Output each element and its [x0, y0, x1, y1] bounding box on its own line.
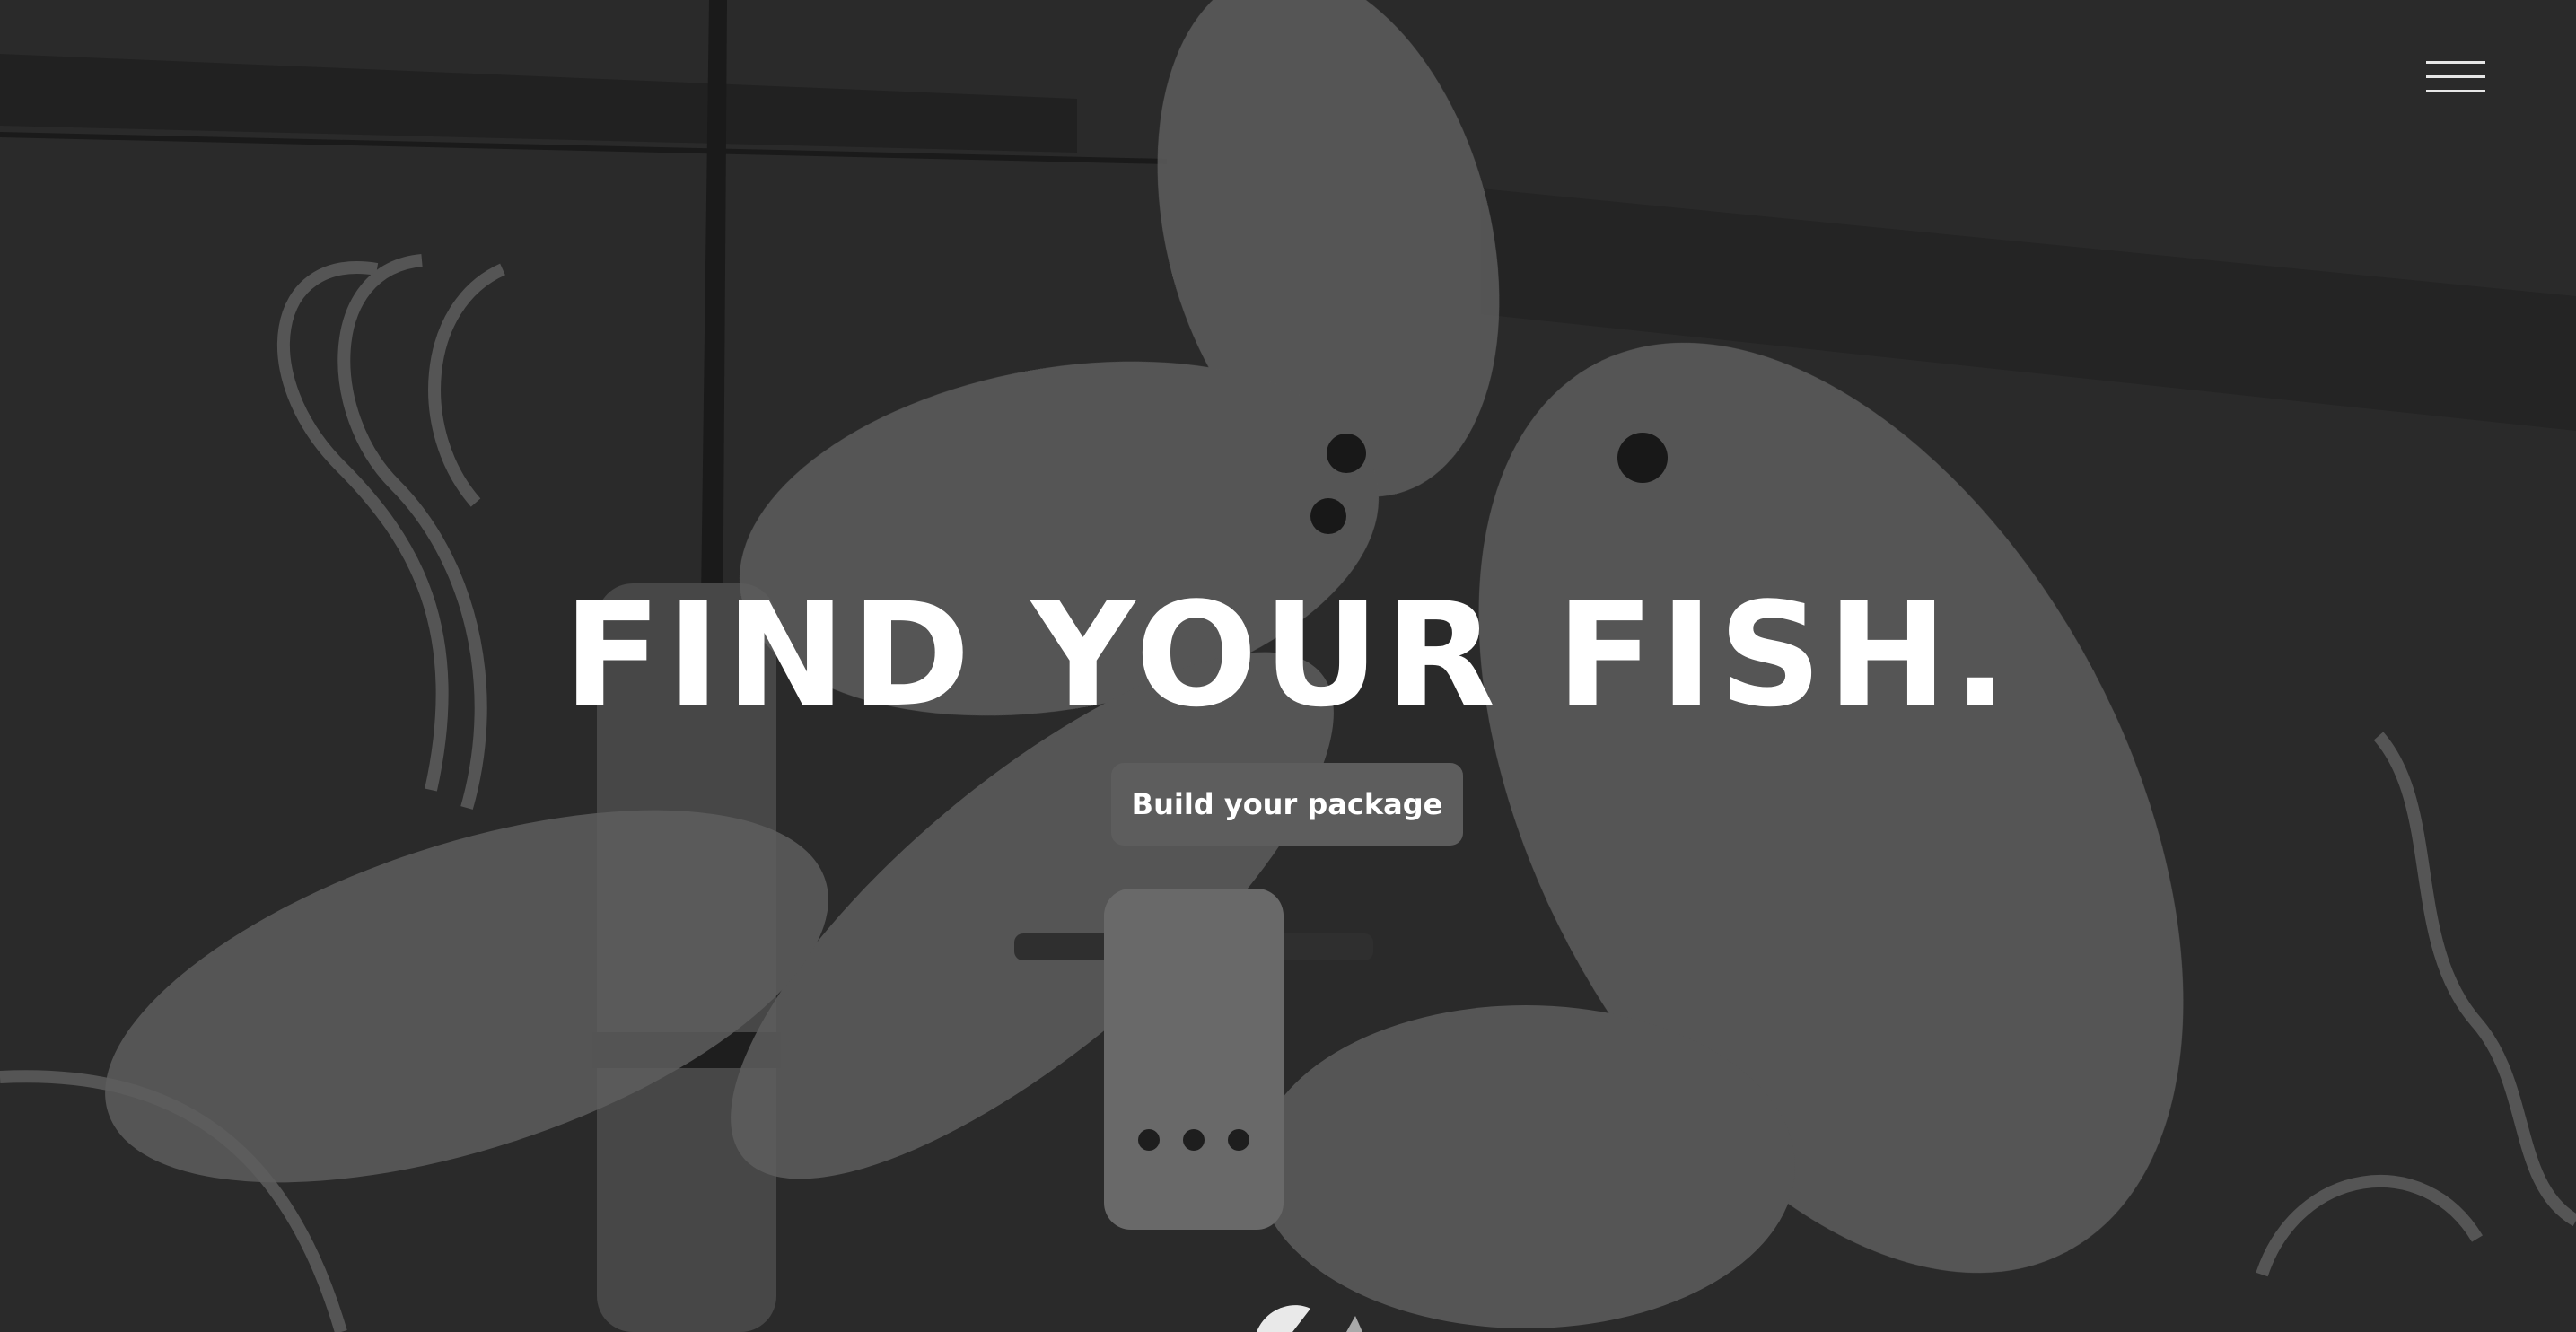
menu-line-bottom: [2426, 90, 2485, 92]
hamburger-menu-icon[interactable]: [2423, 56, 2488, 99]
build-package-button[interactable]: Build your package: [1111, 763, 1463, 846]
menu-line-top: [2426, 61, 2485, 64]
menu-line-middle: [2426, 75, 2485, 78]
scroll-down-indicator[interactable]: [1257, 1300, 1364, 1332]
hero-title: FIND YOUR FISH.: [563, 571, 2013, 739]
hero-section: FIND YOUR FISH. Build your package: [0, 0, 2576, 1332]
